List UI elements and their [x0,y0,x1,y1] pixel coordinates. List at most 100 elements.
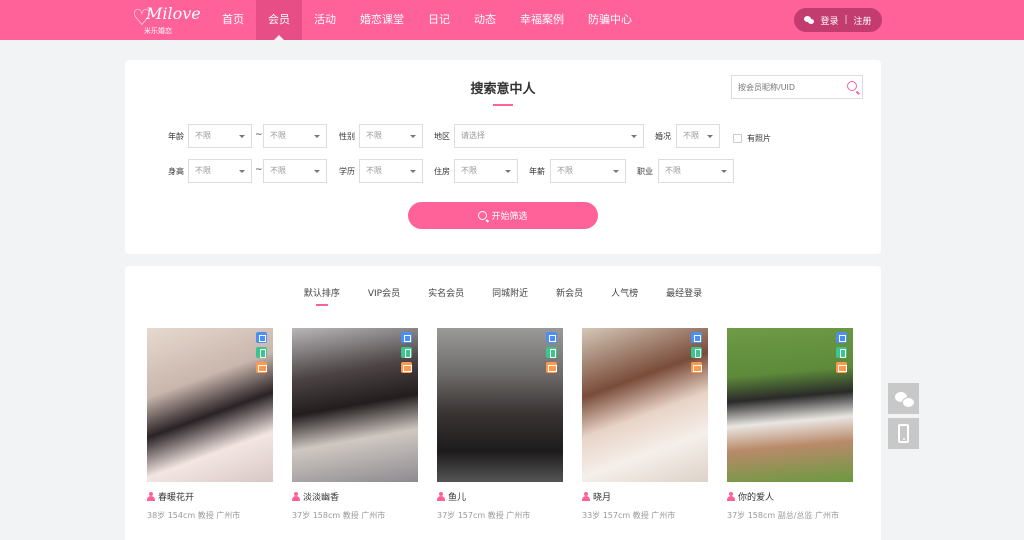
age-range-tilde: ~ [255,130,263,140]
logo-subtext: 米乐婚恋 [144,27,172,35]
education-select[interactable]: 不限 [359,159,423,183]
member-info: 37岁 158cm 副总/总监 广州市 [727,511,839,520]
member-photo[interactable] [292,328,418,482]
age-label: 年龄 [168,132,184,141]
member-name-row: 晓月 [582,490,708,503]
education-value: 不限 [366,166,382,175]
nav-anti-fraud[interactable]: 防骗中心 [576,0,644,40]
auth-pill: 登录 | 注册 [794,8,882,32]
chevron-down-icon [239,135,245,141]
search-panel: 搜索意中人 年龄 不限 ~ 不限 性别 不限 地区 请选择 婚况 不限 有照片 … [125,60,881,254]
occupation-label: 职业 [637,167,653,176]
person-icon [292,492,300,501]
housing-select[interactable]: 不限 [454,159,518,183]
chevron-down-icon [505,170,511,176]
member-name[interactable]: 晓月 [593,490,611,503]
mail-icon [691,362,702,373]
height-max-select[interactable]: 不限 [263,159,327,183]
mobile-float-button[interactable] [888,418,919,449]
id-card-icon [546,332,557,343]
housing-value: 不限 [461,166,477,175]
chevron-down-icon [721,170,727,176]
verify-badges [691,332,702,377]
member-photo[interactable] [727,328,853,482]
salary-select[interactable]: 不限 [550,159,626,183]
chevron-down-icon [239,170,245,176]
site-logo[interactable]: ♡ Milove 米乐婚恋 [130,4,201,36]
has-photo-checkbox[interactable] [733,134,742,143]
member-photo[interactable] [582,328,708,482]
search-icon [478,211,488,220]
marital-select[interactable]: 不限 [676,124,720,148]
occupation-select[interactable]: 不限 [658,159,734,183]
age-min-select[interactable]: 不限 [188,124,252,148]
top-navbar: ♡ Milove 米乐婚恋 首页 会员 活动 婚恋课堂 日记 动态 幸福案例 防… [0,0,1024,40]
nav-events[interactable]: 活动 [302,0,348,40]
member-name[interactable]: 淡淡幽香 [303,490,339,503]
nav-news[interactable]: 动态 [462,0,508,40]
nav-members[interactable]: 会员 [256,0,302,40]
salary-value: 不限 [557,166,573,175]
sort-tab-vip[interactable]: VIP会员 [354,286,414,302]
uid-search-box [731,75,863,99]
height-label: 身高 [168,167,184,176]
height-range-tilde: ~ [255,165,263,175]
gender-value: 不限 [366,131,382,140]
title-underline [493,104,513,106]
member-name-row: 淡淡幽香 [292,490,418,503]
phone-icon [401,347,412,358]
member-name[interactable]: 春暖花开 [158,490,194,503]
age-min-value: 不限 [195,131,211,140]
mail-icon [836,362,847,373]
sort-tab-popular[interactable]: 人气榜 [597,286,652,302]
region-select[interactable]: 请选择 [454,124,644,148]
sort-tab-recent-login[interactable]: 最经登录 [652,286,716,302]
id-card-icon [836,332,847,343]
member-name-row: 你的爱人 [727,490,853,503]
gender-select[interactable]: 不限 [359,124,423,148]
member-info: 37岁 157cm 教授 广州市 [437,511,531,520]
member-name[interactable]: 你的爱人 [738,490,774,503]
housing-label: 住房 [434,167,450,176]
height-min-value: 不限 [195,166,211,175]
chevron-down-icon [631,135,637,141]
phone-icon [256,347,267,358]
member-info: 37岁 158cm 教授 广州市 [292,511,386,520]
login-link[interactable]: 登录 [820,14,838,27]
person-icon [727,492,735,501]
gender-label: 性别 [339,132,355,141]
age-max-select[interactable]: 不限 [263,124,327,148]
nav-diary[interactable]: 日记 [416,0,462,40]
member-photo[interactable] [437,328,563,482]
uid-search-input[interactable] [732,76,840,98]
phone-icon [836,347,847,358]
logo-text: Milove [146,4,201,23]
nav-classroom[interactable]: 婚恋课堂 [348,0,416,40]
mail-icon [546,362,557,373]
sort-tab-default[interactable]: 默认排序 [290,286,354,306]
member-info: 33岁 157cm 教授 广州市 [582,511,676,520]
nav-home[interactable]: 首页 [210,0,256,40]
member-name[interactable]: 鱼儿 [448,490,466,503]
chevron-down-icon [613,170,619,176]
member-info: 38岁 154cm 教授 广州市 [147,511,241,520]
register-link[interactable]: 注册 [854,14,872,27]
sort-tab-new[interactable]: 新会员 [542,286,597,302]
height-min-select[interactable]: 不限 [188,159,252,183]
wechat-float-button[interactable] [888,383,919,414]
sort-tab-verified[interactable]: 实名会员 [414,286,478,302]
wechat-icon [895,392,915,408]
main-nav: 首页 会员 活动 婚恋课堂 日记 动态 幸福案例 防骗中心 [210,0,644,40]
salary-label: 年薪 [529,167,545,176]
verify-badges [401,332,412,377]
id-card-icon [401,332,412,343]
member-name-row: 鱼儿 [437,490,563,503]
search-icon[interactable] [847,81,857,91]
start-filter-button[interactable]: 开始筛选 [408,202,598,229]
member-photo[interactable] [147,328,273,482]
sort-tab-nearby[interactable]: 同城附近 [478,286,542,302]
person-icon [437,492,445,501]
nav-success-stories[interactable]: 幸福案例 [508,0,576,40]
mail-icon [401,362,412,373]
occupation-value: 不限 [665,166,681,175]
